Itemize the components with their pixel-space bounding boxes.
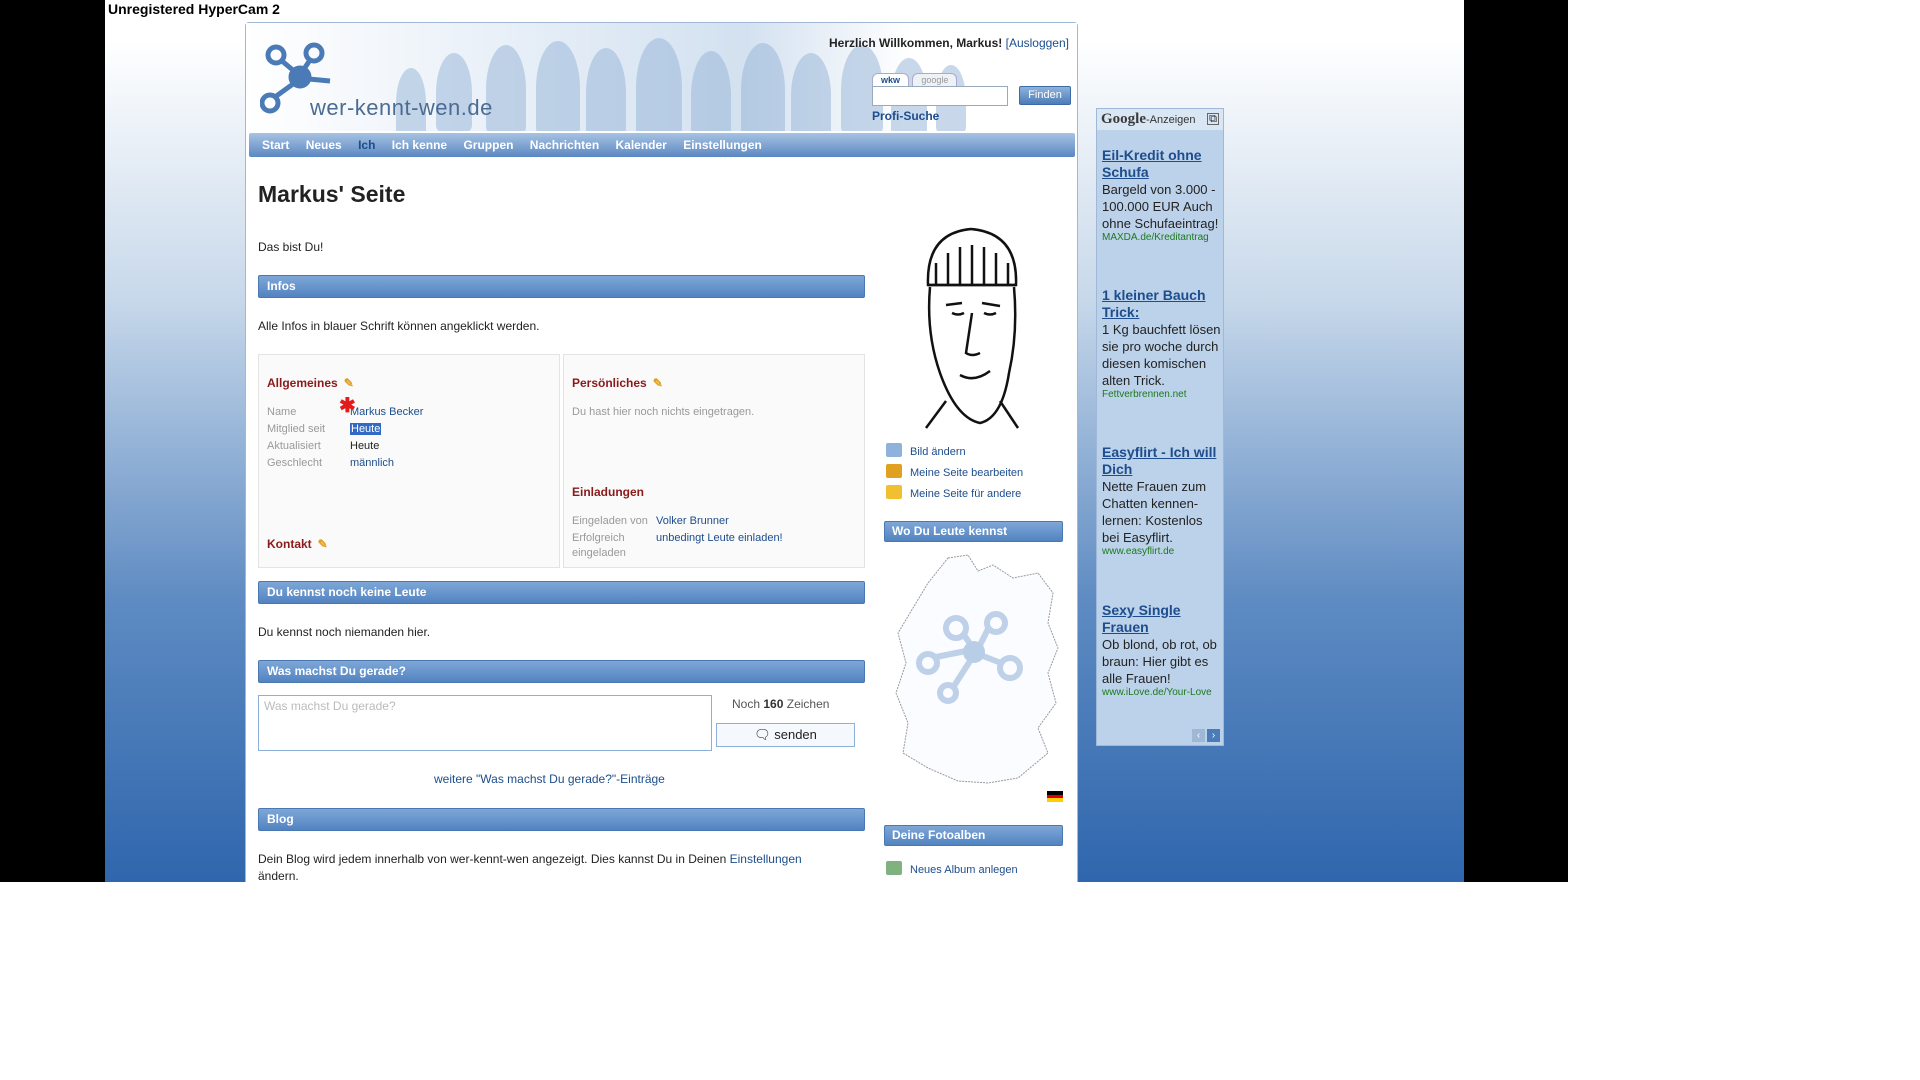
nav-gruppen[interactable]: Gruppen bbox=[463, 133, 513, 157]
einladungen-title: Einladungen bbox=[572, 485, 644, 499]
google-logo: Google bbox=[1101, 111, 1146, 127]
edit-user-icon bbox=[886, 464, 902, 478]
nav-start[interactable]: Start bbox=[262, 133, 289, 157]
invite-people-link[interactable]: unbedingt Leute einladen! bbox=[656, 532, 783, 544]
letterbox-left bbox=[0, 0, 105, 882]
blog-text: Dein Blog wird jedem innerhalb von wer-k… bbox=[258, 852, 802, 882]
speech-bubble-icon: 🗨 bbox=[754, 727, 771, 742]
search-input[interactable] bbox=[872, 86, 1008, 106]
status-section-bar: Was machst Du gerade? bbox=[258, 660, 865, 683]
search-tab-wkw[interactable]: wkw bbox=[872, 73, 910, 86]
prev-arrow-icon[interactable]: ‹ bbox=[1192, 729, 1205, 742]
find-button[interactable]: Finden bbox=[1019, 86, 1071, 105]
google-ads-panel: Google-Anzeigen ⧉ Eil-Kredit ohne Schufa… bbox=[1096, 108, 1224, 746]
infos-hint: Alle Infos in blauer Schrift können ange… bbox=[258, 319, 540, 333]
germany-map-image[interactable] bbox=[888, 553, 1068, 788]
welcome-message: Herzlich Willkommen, Markus! [Ausloggen] bbox=[829, 36, 1069, 50]
search-tab-google[interactable]: google bbox=[912, 73, 958, 86]
picture-icon bbox=[886, 443, 902, 457]
ads-pager: ‹ › bbox=[1190, 729, 1220, 742]
name-label: Name bbox=[267, 406, 297, 418]
where-section-bar: Wo Du Leute kennst bbox=[884, 521, 1063, 542]
next-arrow-icon[interactable]: › bbox=[1207, 729, 1220, 742]
member-since-label: Mitglied seit bbox=[267, 423, 326, 435]
ad-item[interactable]: Eil-Kredit ohne Schufa Bargeld von 3.000… bbox=[1102, 147, 1222, 243]
nav-neues[interactable]: Neues bbox=[306, 133, 342, 157]
updated-label: Aktualisiert bbox=[267, 440, 321, 452]
blog-section-bar: Blog bbox=[258, 808, 865, 831]
allgemeines-box: Allgemeines ✎ Name Markus Becker ✱ Mitgli… bbox=[258, 354, 560, 568]
known-section-bar: Du kennst noch keine Leute bbox=[258, 581, 865, 604]
edit-pencil-icon[interactable]: ✎ bbox=[653, 376, 663, 390]
browser-viewport: Unregistered HyperCam 2 ▲ ▼ bbox=[105, 0, 1464, 882]
name-value[interactable]: Markus Becker bbox=[350, 406, 423, 418]
char-counter-value: 160 bbox=[763, 697, 784, 711]
germany-flag-icon bbox=[1047, 791, 1063, 802]
status-input[interactable]: Was machst Du gerade? bbox=[258, 695, 712, 751]
updated-value: Heute bbox=[350, 440, 380, 452]
edit-pencil-icon[interactable]: ✎ bbox=[318, 537, 328, 551]
search-tabs: wkw google bbox=[872, 72, 958, 86]
settings-link[interactable]: Einstellungen bbox=[730, 852, 802, 866]
ad-item[interactable]: Easyflirt - Ich will Dich Nette Frauen z… bbox=[1102, 444, 1222, 557]
shield-icon bbox=[886, 485, 902, 499]
profi-search-link[interactable]: Profi-Suche bbox=[872, 109, 939, 123]
success-label-1: Erfolgreich bbox=[572, 532, 625, 544]
edit-pencil-icon[interactable]: ✎ bbox=[344, 376, 354, 390]
infos-section-bar: Infos bbox=[258, 275, 865, 298]
ad-item[interactable]: Sexy Single Frauen Ob blond, ob rot, ob … bbox=[1102, 602, 1222, 698]
char-counter: Noch 160 Zeichen bbox=[732, 697, 830, 711]
nav-nachrichten[interactable]: Nachrichten bbox=[530, 133, 599, 157]
mouse-cursor-highlight-icon: ✱ bbox=[339, 395, 356, 417]
letterbox-right bbox=[1464, 0, 1568, 882]
gender-label: Geschlecht bbox=[267, 457, 323, 469]
logo-text: wer-kennt-wen.de bbox=[310, 95, 493, 120]
logout-link[interactable]: [Ausloggen] bbox=[1006, 36, 1069, 50]
page-container: wer-kennt-wen.de Herzlich Willkommen, Ma… bbox=[245, 22, 1078, 882]
invited-by-value[interactable]: Volker Brunner bbox=[656, 515, 729, 527]
persoenliches-title: Persönliches ✎ bbox=[572, 376, 663, 390]
nav-ich[interactable]: Ich bbox=[358, 133, 375, 157]
nav-kalender[interactable]: Kalender bbox=[616, 133, 667, 157]
kontakt-title: Kontakt ✎ bbox=[267, 537, 328, 551]
recorder-watermark: Unregistered HyperCam 2 bbox=[105, 0, 283, 18]
default-avatar-image[interactable] bbox=[906, 223, 1036, 433]
invited-by-label: Eingeladen von bbox=[572, 515, 648, 527]
main-nav: Start Neues Ich Ich kenne Gruppen Nachri… bbox=[249, 133, 1075, 157]
albums-section-bar: Deine Fotoalben bbox=[884, 825, 1063, 846]
nav-ich-kenne[interactable]: Ich kenne bbox=[392, 133, 447, 157]
page-for-others-link[interactable]: Meine Seite für andere bbox=[886, 485, 1021, 500]
more-status-link[interactable]: weitere "Was machst Du gerade?"-Einträge bbox=[434, 772, 665, 786]
ads-header: Google-Anzeigen ⧉ bbox=[1097, 109, 1223, 130]
page-title: Markus' Seite bbox=[258, 181, 406, 207]
gender-value[interactable]: männlich bbox=[350, 457, 394, 469]
site-header: wer-kennt-wen.de Herzlich Willkommen, Ma… bbox=[246, 23, 1077, 131]
nav-einstellungen[interactable]: Einstellungen bbox=[683, 133, 762, 157]
known-text: Du kennst noch niemanden hier. bbox=[258, 625, 431, 639]
member-since-value: Heute bbox=[350, 423, 382, 435]
external-link-icon[interactable]: ⧉ bbox=[1207, 113, 1219, 125]
change-picture-link[interactable]: Bild ändern bbox=[886, 443, 966, 458]
welcome-text: Herzlich Willkommen, Markus! bbox=[828, 36, 1003, 50]
this-is-you-text: Das bist Du! bbox=[258, 240, 324, 254]
persoenliches-empty: Du hast hier noch nichts eingetragen. bbox=[572, 406, 755, 418]
edit-page-link[interactable]: Meine Seite bearbeiten bbox=[886, 464, 1023, 479]
new-album-link[interactable]: Neues Album anlegen bbox=[886, 861, 1018, 876]
photo-album-icon bbox=[886, 861, 902, 875]
persoenliches-box: Persönliches ✎ Du hast hier noch nichts e… bbox=[563, 354, 865, 568]
send-button[interactable]: 🗨 senden bbox=[716, 723, 855, 747]
allgemeines-title: Allgemeines ✎ bbox=[267, 376, 354, 390]
ad-item[interactable]: 1 kleiner Bauch Trick: 1 Kg bauchfett lö… bbox=[1102, 287, 1222, 400]
success-label-2: eingeladen bbox=[572, 547, 626, 559]
